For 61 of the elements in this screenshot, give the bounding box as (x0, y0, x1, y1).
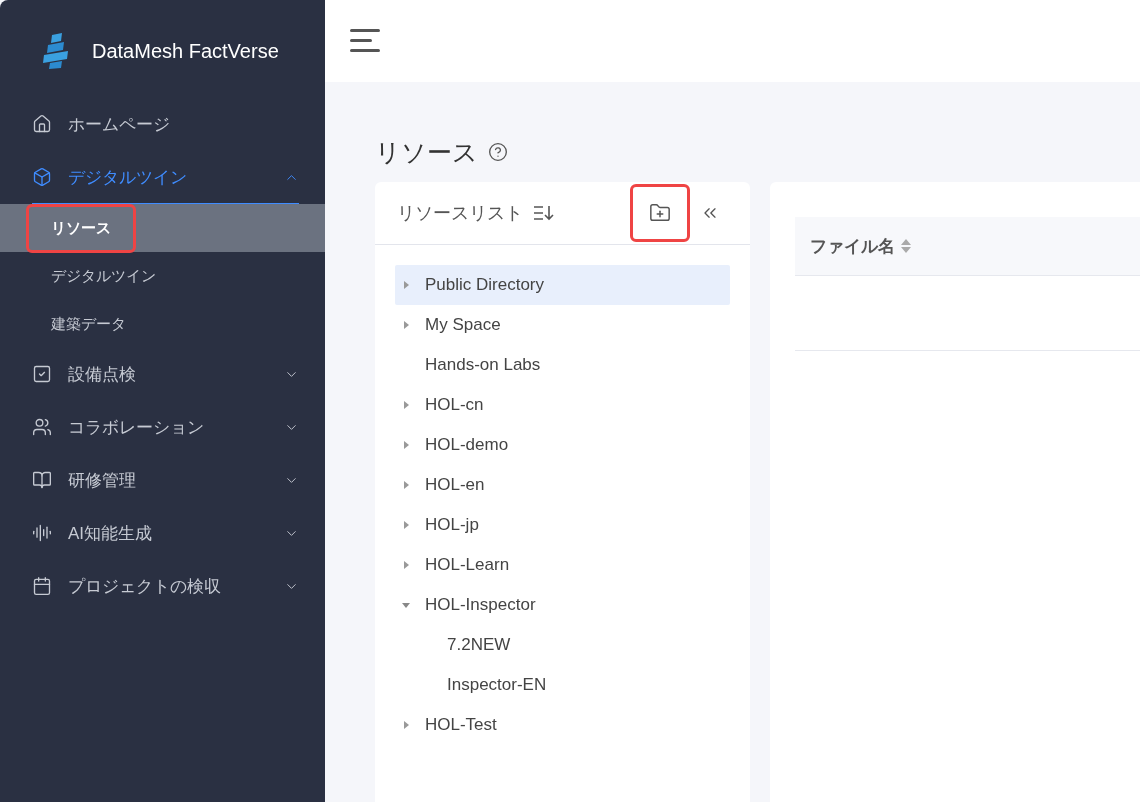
caret-icon[interactable] (402, 721, 410, 729)
tree-item[interactable]: HOL-cn (395, 385, 730, 425)
tree-item-label: HOL-Inspector (425, 595, 536, 615)
caret-icon[interactable] (402, 281, 410, 289)
sidebar-subitem[interactable]: 建築データ (0, 300, 325, 348)
page-title: リソース (375, 136, 478, 168)
caret-icon[interactable] (402, 441, 410, 449)
tree-item[interactable]: Inspector-EN (395, 665, 730, 705)
tree-item-label: HOL-en (425, 475, 485, 495)
tree-item[interactable]: Hands-on Labs (395, 345, 730, 385)
tree-item-label: Public Directory (425, 275, 545, 295)
help-icon[interactable] (488, 142, 508, 162)
app-name: DataMesh FactVerse (92, 39, 279, 63)
caret-icon[interactable] (402, 561, 410, 569)
sidebar-menu-item[interactable]: プロジェクトの検収 (32, 560, 299, 613)
sidebar-subitem-label: 建築データ (50, 313, 127, 334)
tree-item-label: Hands-on Labs (425, 355, 541, 375)
sidebar-subitem[interactable]: デジタルツイン (0, 252, 325, 300)
cube-icon (32, 167, 52, 187)
sidebar-subitem-label: デジタルツイン (50, 265, 157, 286)
sort-icon[interactable] (533, 205, 555, 221)
tree-item[interactable]: HOL-Learn (395, 545, 730, 585)
sidebar-menu-item[interactable]: 研修管理 (32, 454, 299, 507)
tree-item-label: HOL-jp (425, 515, 479, 535)
caret-icon[interactable] (402, 481, 410, 489)
tree-item[interactable]: 7.2NEW (395, 625, 730, 665)
tree-item[interactable]: HOL-Test (395, 705, 730, 745)
caret-icon[interactable] (402, 521, 410, 529)
tree-item-label: 7.2NEW (447, 635, 511, 655)
new-folder-button[interactable] (630, 184, 690, 242)
panel-title: リソースリスト (397, 202, 523, 225)
check-icon (32, 364, 52, 384)
sidebar-subitem-label: リソース (26, 203, 136, 253)
tree-item[interactable]: HOL-jp (395, 505, 730, 545)
new-folder-icon (649, 202, 671, 224)
tree-item-label: HOL-cn (425, 395, 484, 415)
tree-item[interactable]: HOL-Inspector (395, 585, 730, 625)
tree-item-label: HOL-Test (425, 715, 497, 735)
calendar-icon (32, 576, 52, 596)
sidebar-menu-item[interactable]: コラボレーション (32, 401, 299, 454)
users-icon (32, 417, 52, 437)
logo-icon (42, 33, 70, 69)
tree-item[interactable]: HOL-en (395, 465, 730, 505)
tree-item[interactable]: Public Directory (395, 265, 730, 305)
menu-icon[interactable] (350, 28, 382, 54)
tree-item-label: HOL-demo (425, 435, 509, 455)
sidebar-menu-item[interactable]: ホームページ (32, 98, 299, 151)
caret-icon[interactable] (402, 401, 410, 409)
sidebar-menu-item[interactable]: AI知能生成 (32, 507, 299, 560)
tree-item-label: Inspector-EN (447, 675, 547, 695)
tree-item-label: HOL-Learn (425, 555, 510, 575)
tree-item[interactable]: HOL-demo (395, 425, 730, 465)
book-icon (32, 470, 52, 490)
sidebar-subitem[interactable]: リソース (0, 204, 325, 252)
caret-icon[interactable] (402, 601, 410, 609)
home-icon (32, 114, 52, 134)
caret-icon[interactable] (402, 321, 410, 329)
tree-item[interactable]: My Space (395, 305, 730, 345)
column-header[interactable]: ファイル名 (810, 234, 895, 258)
tree-item-label: My Space (425, 315, 501, 335)
sidebar-menu-item[interactable]: 設備点検 (32, 348, 299, 401)
